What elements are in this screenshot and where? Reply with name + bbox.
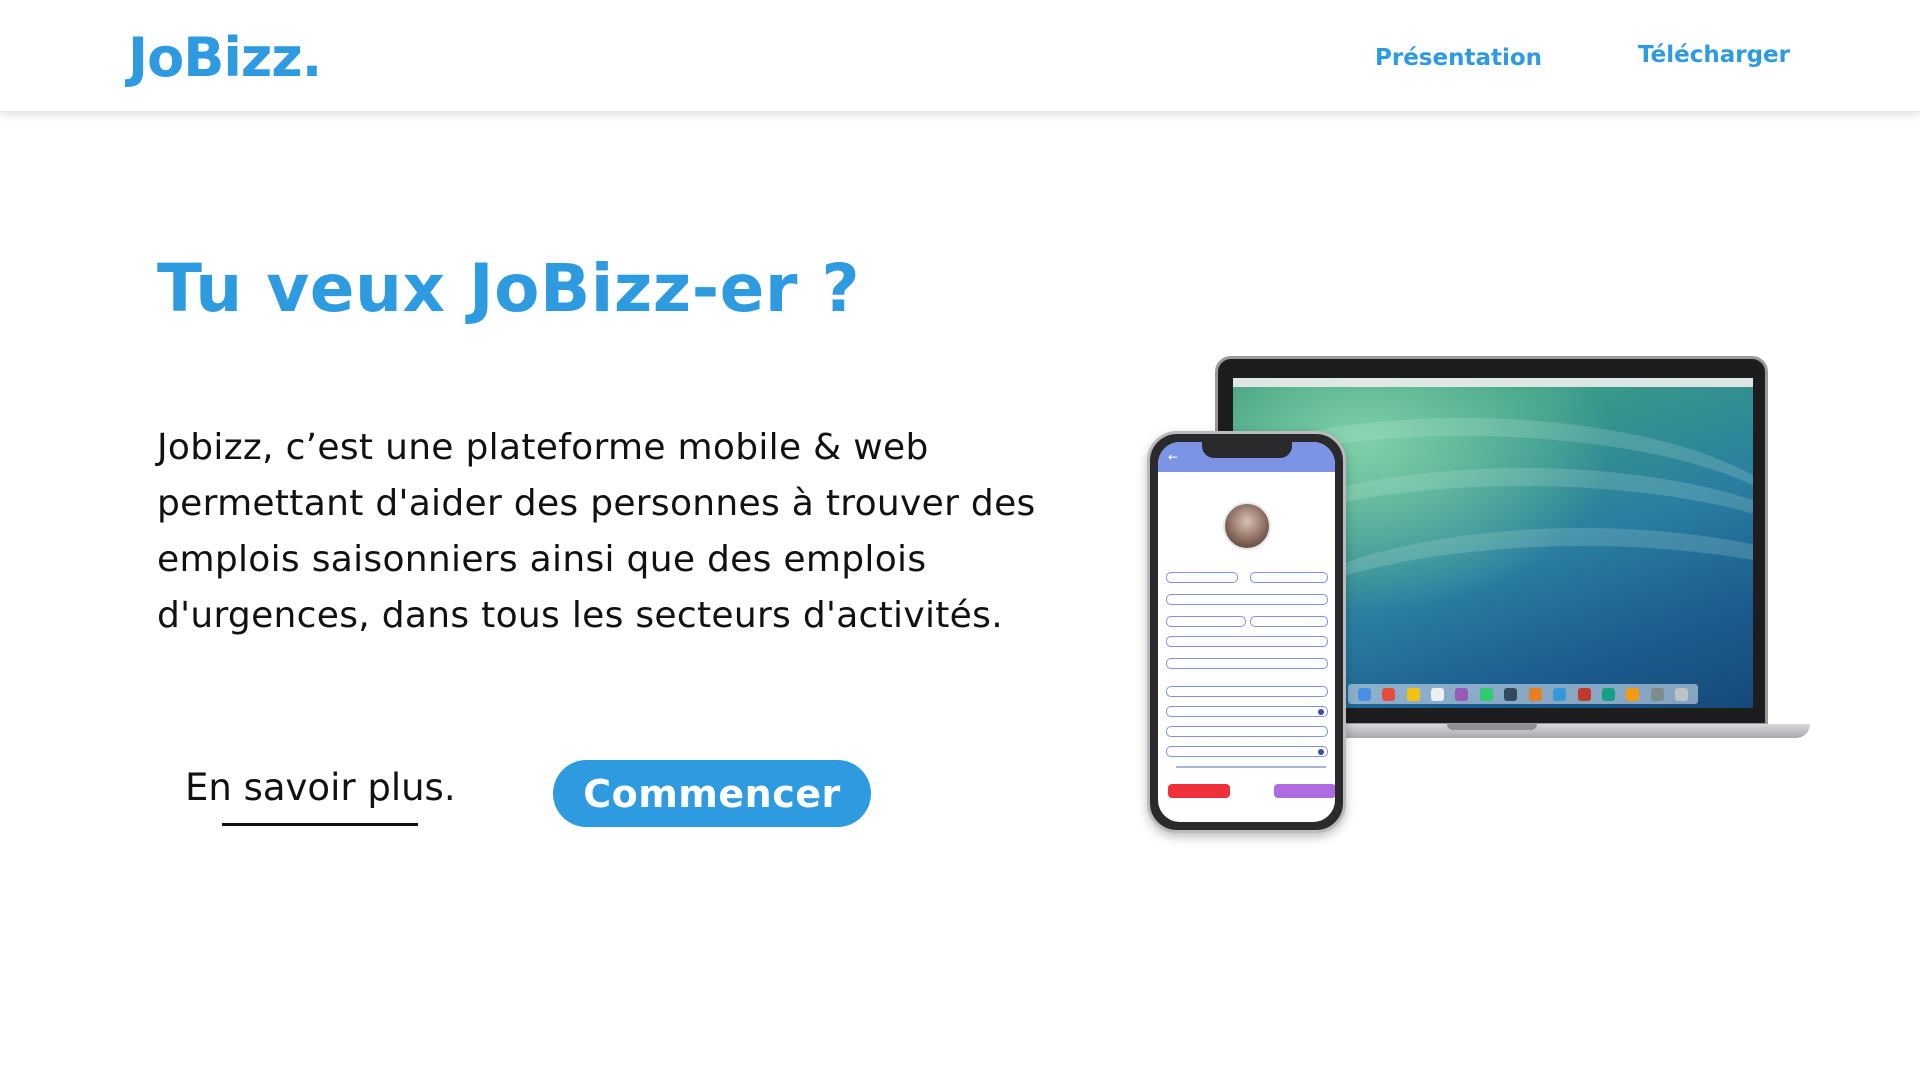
form-field: [1166, 726, 1328, 737]
form-field: [1166, 706, 1328, 717]
hero-description: Jobizz, c’est une plateforme mobile & we…: [157, 427, 1036, 636]
logo[interactable]: JoBizz.: [128, 26, 322, 89]
learn-more-link[interactable]: En savoir plus.: [185, 766, 456, 809]
form-field: [1166, 658, 1328, 669]
add-icon: [1318, 749, 1324, 755]
form-field: [1166, 594, 1328, 605]
form-field: [1166, 616, 1246, 627]
dock-app-icon: [1601, 687, 1615, 701]
laptop-menubar: [1233, 378, 1753, 387]
dock-app-icon: [1430, 687, 1444, 701]
form-field: [1250, 616, 1328, 627]
add-icon: [1318, 709, 1324, 715]
dock-app-icon: [1553, 687, 1567, 701]
avatar: [1223, 502, 1271, 550]
laptop-dock: [1348, 684, 1698, 704]
form-field: [1166, 572, 1238, 583]
nav-link-telecharger[interactable]: Télécharger: [1638, 42, 1790, 68]
dock-app-icon: [1406, 687, 1420, 701]
dock-app-icon: [1528, 687, 1542, 701]
dock-app-icon: [1382, 687, 1396, 701]
dock-app-icon: [1650, 687, 1664, 701]
back-arrow-icon: ←: [1168, 450, 1179, 464]
site-header: JoBizz. Présentation Télécharger: [0, 0, 1920, 112]
dock-app-icon: [1504, 687, 1518, 701]
phone-mockup: ←: [1147, 431, 1346, 833]
form-field: [1250, 572, 1328, 583]
form-field: [1166, 746, 1328, 757]
phone-save-button: [1274, 784, 1335, 798]
dock-app-icon: [1455, 687, 1469, 701]
dock-app-icon: [1479, 687, 1493, 701]
nav-link-presentation[interactable]: Présentation: [1375, 45, 1542, 71]
phone-notch: [1202, 442, 1292, 458]
dock-app-icon: [1626, 687, 1640, 701]
learn-more-underline: [222, 823, 418, 826]
form-field: [1166, 636, 1328, 647]
form-note: [1176, 766, 1326, 768]
dock-app-icon: [1357, 687, 1371, 701]
dock-app-icon: [1675, 687, 1689, 701]
hero-title: Tu veux JoBizz-er ?: [157, 250, 861, 327]
phone-screen: ←: [1158, 442, 1335, 822]
laptop-notch: [1447, 724, 1537, 730]
form-field: [1166, 686, 1328, 697]
phone-disconnect-button: [1168, 784, 1230, 798]
dock-app-icon: [1577, 687, 1591, 701]
start-button[interactable]: Commencer: [553, 760, 871, 827]
